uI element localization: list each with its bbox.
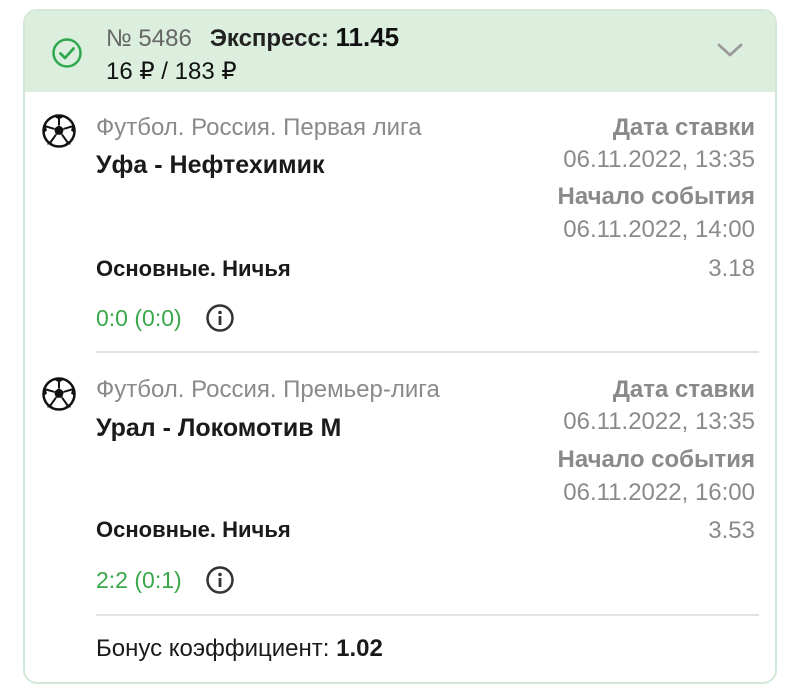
bet-number: № 5486 bbox=[106, 25, 192, 52]
event-divider bbox=[96, 351, 759, 353]
event-market: Основные. Ничья bbox=[96, 517, 291, 542]
event-divider bbox=[96, 614, 759, 616]
chevron-down-icon[interactable] bbox=[715, 38, 745, 62]
event-league: Футбол. Россия. Первая лига bbox=[96, 114, 422, 141]
bet-stake-payout: 16 ₽ / 183 ₽ bbox=[106, 58, 237, 85]
bonus-coefficient: Бонус коэффициент: 1.02 bbox=[96, 635, 383, 663]
bet-date-label: Дата ставки bbox=[612, 114, 755, 141]
bet-card: № 5486 Экспресс: 11.45 16 ₽ / 183 ₽ Футбо… bbox=[23, 9, 777, 684]
bonus-label: Бонус коэффициент: bbox=[96, 635, 330, 662]
check-circle-icon bbox=[52, 38, 82, 68]
bet-total-odds: 11.45 bbox=[335, 22, 400, 52]
bet-type-label: Экспресс: bbox=[209, 25, 329, 52]
event-teams: Урал - Локомотив М bbox=[96, 414, 342, 442]
bet-date-label: Дата ставки bbox=[612, 376, 755, 403]
event-start-value: 06.11.2022, 16:00 bbox=[563, 479, 755, 506]
event-odds: 3.18 bbox=[708, 255, 755, 282]
bonus-value: 1.02 bbox=[336, 635, 383, 662]
event-league: Футбол. Россия. Премьер-лига bbox=[96, 376, 440, 403]
event-score: 0:0 (0:0) bbox=[96, 305, 182, 331]
soccer-ball-icon bbox=[42, 377, 76, 411]
info-icon[interactable] bbox=[205, 565, 235, 595]
soccer-ball-icon bbox=[42, 114, 76, 148]
bet-date-value: 06.11.2022, 13:35 bbox=[563, 408, 755, 435]
bet-title: № 5486 Экспресс: 11.45 bbox=[106, 22, 399, 53]
bet-header[interactable]: № 5486 Экспресс: 11.45 16 ₽ / 183 ₽ bbox=[25, 11, 775, 92]
event-start-label: Начало события bbox=[557, 183, 755, 210]
event-start-label: Начало события bbox=[557, 446, 755, 473]
event-score: 2:2 (0:1) bbox=[96, 567, 182, 593]
info-icon[interactable] bbox=[205, 303, 235, 333]
event-start-value: 06.11.2022, 14:00 bbox=[563, 216, 755, 243]
event-odds: 3.53 bbox=[708, 517, 755, 544]
event-teams: Уфа - Нефтехимик bbox=[96, 151, 325, 179]
bet-date-value: 06.11.2022, 13:35 bbox=[563, 146, 755, 173]
event-market: Основные. Ничья bbox=[96, 256, 291, 281]
